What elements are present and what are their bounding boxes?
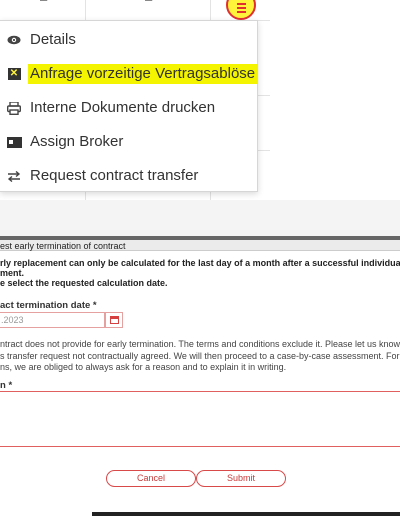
termination-info-text: ntract does not provide for early termin… [0,339,400,374]
notice-line: rly replacement can only be calculated f… [0,258,400,268]
menu-item-label: Request contract transfer [30,167,199,184]
menu-item-label: Anfrage vorzeitige Vertragsablöse [28,64,258,84]
table-cell-stub: – [40,0,47,7]
table-area: – – Details ✕ Anfrage vorzeitige Vertrag… [0,0,400,200]
printer-icon [6,101,22,115]
modal-header: est early termination of contract [0,236,400,251]
id-card-icon [6,136,22,148]
screenshot-separator [0,200,400,236]
menu-item-assign-broker[interactable]: Assign Broker [0,125,258,159]
eye-icon [6,35,22,45]
info-line: ntract does not provide for early termin… [0,339,400,349]
menu-item-early-termination-request[interactable]: ✕ Anfrage vorzeitige Vertragsablöse [0,57,258,91]
cancel-button[interactable]: Cancel [106,470,196,487]
menu-item-label: Assign Broker [30,133,124,150]
modal-title: est early termination of contract [0,241,126,251]
modal-footer-bar [92,512,400,516]
calendar-icon [109,316,119,324]
menu-item-print-internal-documents[interactable]: Interne Dokumente drucken [0,91,258,125]
transfer-arrows-icon [6,170,22,182]
menu-item-request-contract-transfer[interactable]: Request contract transfer [0,159,258,193]
x-box-icon: ✕ [6,68,22,80]
notice-line: e select the requested calculation date. [0,278,168,288]
menu-item-label: Interne Dokumente drucken [30,99,216,116]
date-picker-button[interactable] [105,312,123,328]
info-line: ns, we are obliged to always ask for a r… [0,362,287,372]
menu-item-details[interactable]: Details [0,23,258,57]
reason-textarea[interactable] [0,391,400,447]
table-cell-stub: – [145,0,152,7]
reason-label: n * [0,380,13,391]
notice-line: ment. [0,268,25,278]
termination-date-label: act termination date * [0,300,97,311]
hamburger-icon [236,3,246,13]
info-line: s transfer request not contractually agr… [0,350,400,361]
submit-button[interactable]: Submit [196,470,286,487]
early-termination-modal: est early termination of contract rly re… [0,236,400,516]
termination-date-input[interactable]: .2023 [0,312,105,328]
calculation-notice: rly replacement can only be calculated f… [0,258,400,288]
menu-item-label: Details [30,31,76,48]
row-actions-dropdown: Details ✕ Anfrage vorzeitige Vertragsabl… [0,20,258,192]
